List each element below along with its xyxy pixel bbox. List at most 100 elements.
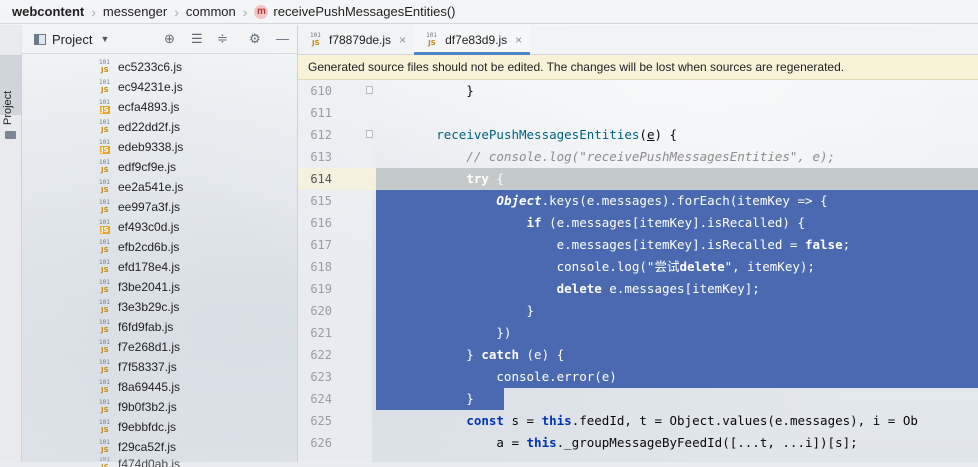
editor-tab-df7e83d9[interactable]: 101 JS df7e83d9.js × <box>414 25 531 55</box>
file-tree-item[interactable]: 101 JS f6fd9fab.js <box>21 317 297 337</box>
file-tree-item[interactable]: 101 JS efb2cd6b.js <box>21 237 297 257</box>
code-line[interactable]: 622 } catch (e) { <box>298 344 978 366</box>
line-number: 626 <box>310 436 332 450</box>
file-tree-item[interactable]: 101 JS efd178e4.js <box>21 257 297 277</box>
code-line[interactable]: 614 try { <box>298 168 978 190</box>
hide-icon[interactable]: — <box>276 31 289 47</box>
expand-all-icon[interactable]: ☰ <box>191 31 203 47</box>
code-line[interactable]: 617 e.messages[itemKey].isRecalled = fal… <box>298 234 978 256</box>
code-line[interactable]: 623 console.error(e) <box>298 366 978 388</box>
file-tree-item[interactable]: 101 JS f29ca52f.js <box>21 437 297 457</box>
file-tree-item[interactable]: 101 JS edeb9338.js <box>21 137 297 157</box>
js-file-icon: 101 JS <box>99 239 110 254</box>
gear-icon[interactable]: ⚙ <box>249 31 261 47</box>
breadcrumb-item-webcontent[interactable]: webcontent <box>8 4 88 19</box>
file-tree-item-label: f8a69445.js <box>118 380 181 394</box>
file-tree-item[interactable]: 101 JS ee2a541e.js <box>21 177 297 197</box>
file-tree-item[interactable]: 101 JS f474d0ab.js <box>21 457 297 467</box>
file-tree-item[interactable]: 101 JS f3be2041.js <box>21 277 297 297</box>
line-number: 623 <box>310 370 332 384</box>
project-tool-tab[interactable]: Project <box>0 55 21 139</box>
code-line[interactable]: 624 } <box>298 388 978 410</box>
js-file-icon: 101 JS <box>99 439 110 454</box>
file-tree-item-label: f3be2041.js <box>118 280 181 294</box>
file-tree-item-label: f7e268d1.js <box>118 340 181 354</box>
project-panel: Project ▼ ⊕ ☰ ≑ ⚙ — 101 JS ec5233c6.js 101 J… <box>21 25 298 467</box>
project-view-selector[interactable]: Project <box>52 32 92 47</box>
editor-area: 101 JS f78879de.js × 101 JS df7e83d9.js × … <box>298 25 978 463</box>
code-line[interactable]: 612 receivePushMessagesEntities(e) { <box>298 124 978 146</box>
breadcrumb-item-messenger[interactable]: messenger <box>99 4 171 19</box>
file-tree-item[interactable]: 101 JS f3e3b29c.js <box>21 297 297 317</box>
line-number: 614 <box>310 172 332 186</box>
js-file-icon: 101 JS <box>310 31 321 47</box>
code-line[interactable]: 626 a = this._groupMessageByFeedId([...t… <box>298 432 978 454</box>
close-icon[interactable]: × <box>515 33 522 47</box>
chevron-down-icon[interactable]: ▼ <box>100 34 109 44</box>
code-text: Object.keys(e.messages).forEach(itemKey … <box>496 193 828 208</box>
file-tree-item-label: ec5233c6.js <box>118 60 183 74</box>
folder-icon <box>5 131 16 139</box>
line-number: 613 <box>310 150 332 164</box>
code-text: e.messages[itemKey].isRecalled = false; <box>376 237 851 252</box>
code-line[interactable]: 610 } <box>298 80 978 102</box>
js-file-icon: 101 JS <box>426 31 437 47</box>
js-file-icon: 101 JS <box>99 457 110 467</box>
project-icon <box>34 33 46 45</box>
file-tree-item[interactable]: 101 JS ed22dd2f.js <box>21 117 297 137</box>
breadcrumb-item-method[interactable]: m receivePushMessagesEntities() <box>250 4 459 19</box>
chevron-right-icon: › <box>242 3 248 20</box>
breadcrumb-item-common[interactable]: common <box>182 4 240 19</box>
js-file-icon: 101 JS <box>99 119 110 134</box>
file-tree-item[interactable]: 101 JS ee997a3f.js <box>21 197 297 217</box>
code-line[interactable]: 620 } <box>298 300 978 322</box>
file-tree-item-label: f9ebbfdc.js <box>118 420 177 434</box>
line-number: 624 <box>310 392 332 406</box>
file-tree-item[interactable]: 101 JS f9b0f3b2.js <box>21 397 297 417</box>
file-tree-item-label: f29ca52f.js <box>118 440 177 454</box>
editor-tab-f78879de[interactable]: 101 JS f78879de.js × <box>298 25 414 54</box>
editor-tab-label: df7e83d9.js <box>445 32 508 47</box>
js-file-icon: 101 JS <box>99 199 110 214</box>
code-text: console.error(e) <box>376 369 617 384</box>
file-tree-item[interactable]: 101 JS f9ebbfdc.js <box>21 417 297 437</box>
file-tree-item[interactable]: 101 JS f8a69445.js <box>21 377 297 397</box>
file-tree-item[interactable]: 101 JS edf9cf9e.js <box>21 157 297 177</box>
close-icon[interactable]: × <box>399 33 406 47</box>
target-icon[interactable]: ⊕ <box>164 31 175 47</box>
file-tree-item-label: efb2cd6b.js <box>118 240 180 254</box>
code-line[interactable]: 619 delete e.messages[itemKey]; <box>298 278 978 300</box>
code-editor[interactable]: 610 } 611 612 receivePushMessagesEntities(… <box>298 80 978 463</box>
code-text: a = this._groupMessageByFeedId([...t, ..… <box>376 435 858 450</box>
file-tree-item-label: ee2a541e.js <box>118 180 184 194</box>
line-number: 622 <box>310 348 332 362</box>
line-number: 612 <box>310 128 332 142</box>
line-number: 618 <box>310 260 332 274</box>
code-text: delete e.messages[itemKey]; <box>556 281 760 296</box>
js-file-icon: 101 JS <box>99 419 110 434</box>
code-text: } <box>376 303 535 318</box>
code-line[interactable]: 613 // console.log("receivePushMessagesE… <box>298 146 978 168</box>
project-file-tree: 101 JS ec5233c6.js 101 JS ec94231e.js 101 JS ecf… <box>21 54 297 467</box>
code-line[interactable]: 611 <box>298 102 978 124</box>
generated-source-warning: Generated source files should not be edi… <box>298 55 978 80</box>
code-line[interactable]: 615 Object.keys(e.messages).forEach(item… <box>298 190 978 212</box>
editor-tabs: 101 JS f78879de.js × 101 JS df7e83d9.js × <box>298 25 978 55</box>
code-line[interactable]: 621 }) <box>298 322 978 344</box>
code-line[interactable]: 618 console.log("尝试delete", itemKey); <box>298 256 978 278</box>
file-tree-item-label: ef493c0d.js <box>118 220 180 234</box>
file-tree-item[interactable]: 101 JS ec5233c6.js <box>21 57 297 77</box>
file-tree-item[interactable]: 101 JS f7e268d1.js <box>21 337 297 357</box>
file-tree-item[interactable]: 101 JS f7f58337.js <box>21 357 297 377</box>
line-number: 615 <box>310 194 332 208</box>
file-tree-item[interactable]: 101 JS ec94231e.js <box>21 77 297 97</box>
fold-icon[interactable] <box>366 130 373 138</box>
project-panel-header: Project ▼ ⊕ ☰ ≑ ⚙ — <box>21 25 297 54</box>
code-line[interactable]: 625 const s = this.feedId, t = Object.va… <box>298 410 978 432</box>
fold-icon[interactable] <box>366 86 373 94</box>
file-tree-item[interactable]: 101 JS ecfa4893.js <box>21 97 297 117</box>
code-line[interactable]: 616 if (e.messages[itemKey].isRecalled) … <box>298 212 978 234</box>
file-tree-item[interactable]: 101 JS ef493c0d.js <box>21 217 297 237</box>
js-file-icon: 101 JS <box>99 359 110 374</box>
collapse-all-icon[interactable]: ≑ <box>217 31 228 47</box>
